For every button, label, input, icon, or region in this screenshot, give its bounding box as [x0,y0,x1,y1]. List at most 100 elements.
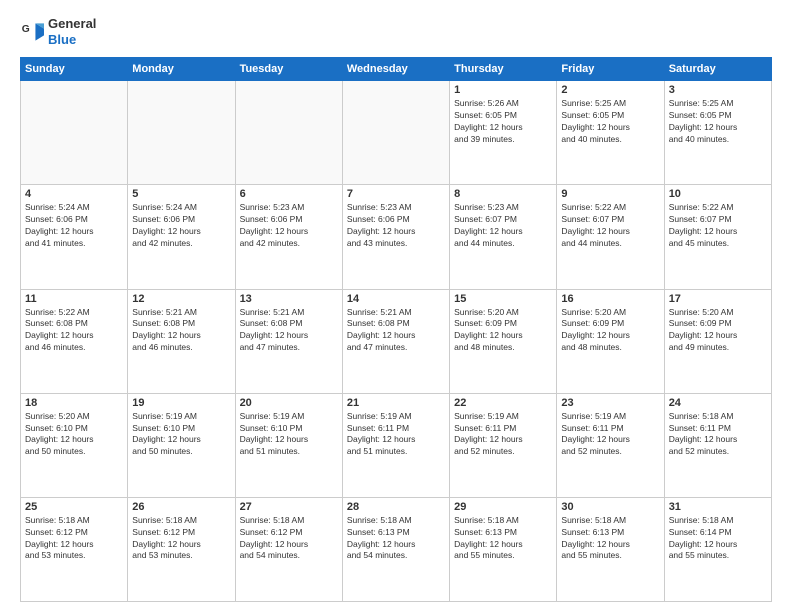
calendar-cell: 13 Sunrise: 5:21 AM Sunset: 6:08 PM Dayli… [235,289,342,393]
calendar-cell: 5 Sunrise: 5:24 AM Sunset: 6:06 PM Daylig… [128,185,235,289]
calendar-cell: 28 Sunrise: 5:18 AM Sunset: 6:13 PM Dayli… [342,497,449,601]
calendar-cell: 21 Sunrise: 5:19 AM Sunset: 6:11 PM Dayli… [342,393,449,497]
calendar-cell: 22 Sunrise: 5:19 AM Sunset: 6:11 PM Dayli… [450,393,557,497]
day-number: 29 [454,501,552,513]
day-detail: Sunrise: 5:22 AM Sunset: 6:08 PM Dayligh… [25,307,123,355]
day-detail: Sunrise: 5:18 AM Sunset: 6:14 PM Dayligh… [669,515,767,563]
day-number: 25 [25,501,123,513]
calendar-cell: 16 Sunrise: 5:20 AM Sunset: 6:09 PM Dayli… [557,289,664,393]
calendar-cell: 24Sunrise: 5:18 AM Sunset: 6:11 PM Dayli… [664,393,771,497]
day-number: 17 [669,293,767,305]
calendar-cell: 14 Sunrise: 5:21 AM Sunset: 6:08 PM Dayli… [342,289,449,393]
calendar-page: G General Blue SundayMondayTuesdayWednes… [0,0,792,612]
day-number: 27 [240,501,338,513]
day-detail: Sunrise: 5:22 AM Sunset: 6:07 PM Dayligh… [669,202,767,250]
day-detail: Sunrise: 5:18 AM Sunset: 6:13 PM Dayligh… [347,515,445,563]
calendar-cell: 20 Sunrise: 5:19 AM Sunset: 6:10 PM Dayli… [235,393,342,497]
weekday-header: Saturday [664,58,771,81]
day-detail: Sunrise: 5:19 AM Sunset: 6:11 PM Dayligh… [347,411,445,459]
calendar-cell: 29 Sunrise: 5:18 AM Sunset: 6:13 PM Dayli… [450,497,557,601]
calendar-cell: 25 Sunrise: 5:18 AM Sunset: 6:12 PM Dayli… [21,497,128,601]
day-number: 23 [561,397,659,409]
calendar-cell: 3 Sunrise: 5:25 AM Sunset: 6:05 PM Daylig… [664,81,771,185]
calendar-cell: 4 Sunrise: 5:24 AM Sunset: 6:06 PM Daylig… [21,185,128,289]
day-detail: Sunrise: 5:26 AM Sunset: 6:05 PM Dayligh… [454,98,552,146]
day-detail: Sunrise: 5:25 AM Sunset: 6:05 PM Dayligh… [669,98,767,146]
calendar-cell: 9 Sunrise: 5:22 AM Sunset: 6:07 PM Daylig… [557,185,664,289]
day-number: 4 [25,188,123,200]
day-detail: Sunrise: 5:18 AM Sunset: 6:13 PM Dayligh… [454,515,552,563]
day-detail: Sunrise: 5:24 AM Sunset: 6:06 PM Dayligh… [132,202,230,250]
day-detail: Sunrise: 5:18 AM Sunset: 6:12 PM Dayligh… [25,515,123,563]
day-detail: Sunrise: 5:21 AM Sunset: 6:08 PM Dayligh… [240,307,338,355]
day-number: 22 [454,397,552,409]
calendar-cell: 17 Sunrise: 5:20 AM Sunset: 6:09 PM Dayli… [664,289,771,393]
calendar-cell: 10 Sunrise: 5:22 AM Sunset: 6:07 PM Dayli… [664,185,771,289]
calendar-cell: 11 Sunrise: 5:22 AM Sunset: 6:08 PM Dayli… [21,289,128,393]
day-number: 3 [669,84,767,96]
calendar-cell [21,81,128,185]
calendar-cell [235,81,342,185]
calendar-cell: 30 Sunrise: 5:18 AM Sunset: 6:13 PM Dayli… [557,497,664,601]
weekday-header: Tuesday [235,58,342,81]
weekday-header: Friday [557,58,664,81]
day-number: 13 [240,293,338,305]
day-detail: Sunrise: 5:20 AM Sunset: 6:09 PM Dayligh… [669,307,767,355]
day-detail: Sunrise: 5:19 AM Sunset: 6:11 PM Dayligh… [454,411,552,459]
day-detail: Sunrise: 5:20 AM Sunset: 6:09 PM Dayligh… [561,307,659,355]
day-number: 11 [25,293,123,305]
logo-icon: G [20,20,44,44]
weekday-header: Sunday [21,58,128,81]
day-number: 14 [347,293,445,305]
day-number: 30 [561,501,659,513]
header: G General Blue [20,16,772,47]
day-number: 12 [132,293,230,305]
calendar-cell: 19Sunrise: 5:19 AM Sunset: 6:10 PM Dayli… [128,393,235,497]
day-number: 5 [132,188,230,200]
day-detail: Sunrise: 5:19 AM Sunset: 6:10 PM Dayligh… [240,411,338,459]
weekday-header: Wednesday [342,58,449,81]
day-number: 7 [347,188,445,200]
day-number: 8 [454,188,552,200]
calendar-cell: 12 Sunrise: 5:21 AM Sunset: 6:08 PM Dayli… [128,289,235,393]
day-number: 1 [454,84,552,96]
day-detail: Sunrise: 5:24 AM Sunset: 6:06 PM Dayligh… [25,202,123,250]
calendar-cell: 7 Sunrise: 5:23 AM Sunset: 6:06 PM Daylig… [342,185,449,289]
logo-text: General Blue [48,16,96,47]
day-detail: Sunrise: 5:23 AM Sunset: 6:06 PM Dayligh… [347,202,445,250]
calendar-cell: 1 Sunrise: 5:26 AM Sunset: 6:05 PM Daylig… [450,81,557,185]
day-number: 20 [240,397,338,409]
day-number: 9 [561,188,659,200]
day-number: 2 [561,84,659,96]
day-number: 10 [669,188,767,200]
calendar-cell: 23 Sunrise: 5:19 AM Sunset: 6:11 PM Dayli… [557,393,664,497]
calendar-cell: 27Sunrise: 5:18 AM Sunset: 6:12 PM Dayli… [235,497,342,601]
calendar-cell: 6 Sunrise: 5:23 AM Sunset: 6:06 PM Daylig… [235,185,342,289]
calendar-cell: 26Sunrise: 5:18 AM Sunset: 6:12 PM Dayli… [128,497,235,601]
day-number: 18 [25,397,123,409]
day-detail: Sunrise: 5:19 AM Sunset: 6:11 PM Dayligh… [561,411,659,459]
day-detail: Sunrise: 5:25 AM Sunset: 6:05 PM Dayligh… [561,98,659,146]
calendar-cell: 8 Sunrise: 5:23 AM Sunset: 6:07 PM Daylig… [450,185,557,289]
day-number: 28 [347,501,445,513]
day-detail: Sunrise: 5:18 AM Sunset: 6:11 PM Dayligh… [669,411,767,459]
day-detail: Sunrise: 5:18 AM Sunset: 6:13 PM Dayligh… [561,515,659,563]
day-detail: Sunrise: 5:21 AM Sunset: 6:08 PM Dayligh… [347,307,445,355]
day-detail: Sunrise: 5:22 AM Sunset: 6:07 PM Dayligh… [561,202,659,250]
svg-text:G: G [22,24,30,35]
day-number: 31 [669,501,767,513]
calendar-cell: 18Sunrise: 5:20 AM Sunset: 6:10 PM Dayli… [21,393,128,497]
day-number: 6 [240,188,338,200]
day-number: 19 [132,397,230,409]
day-detail: Sunrise: 5:21 AM Sunset: 6:08 PM Dayligh… [132,307,230,355]
calendar-cell: 15Sunrise: 5:20 AM Sunset: 6:09 PM Dayli… [450,289,557,393]
weekday-header: Thursday [450,58,557,81]
day-number: 15 [454,293,552,305]
logo: G General Blue [20,16,96,47]
day-number: 16 [561,293,659,305]
calendar-cell: 2 Sunrise: 5:25 AM Sunset: 6:05 PM Daylig… [557,81,664,185]
calendar-cell [128,81,235,185]
day-number: 21 [347,397,445,409]
day-detail: Sunrise: 5:23 AM Sunset: 6:06 PM Dayligh… [240,202,338,250]
day-detail: Sunrise: 5:23 AM Sunset: 6:07 PM Dayligh… [454,202,552,250]
